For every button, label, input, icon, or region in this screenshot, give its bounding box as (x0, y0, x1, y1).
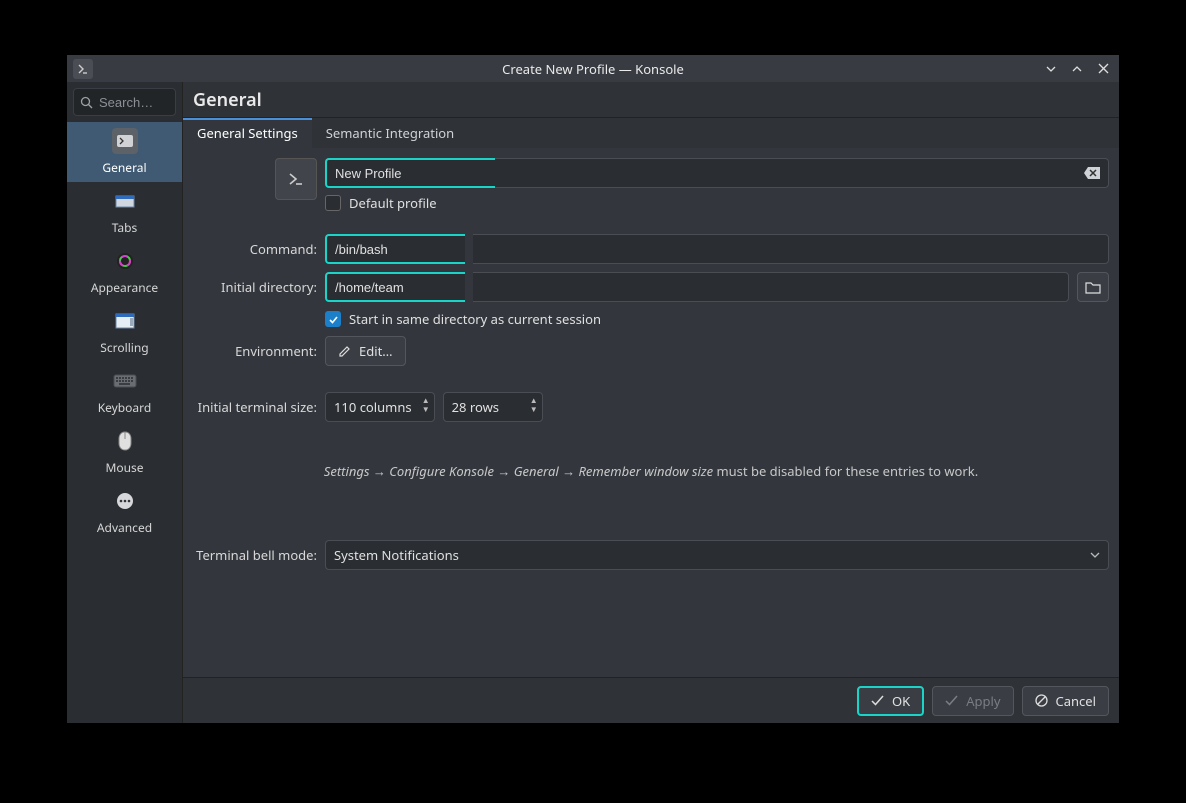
sidebar-item-scrolling[interactable]: Scrolling (67, 302, 182, 362)
sidebar-item-label: Appearance (91, 279, 158, 296)
keyboard-icon (112, 368, 138, 394)
spinner-arrows-icon[interactable]: ▲▼ (422, 396, 430, 414)
sidebar-item-mouse[interactable]: Mouse (67, 422, 182, 482)
command-label: Command: (193, 240, 317, 258)
initdir-label: Initial directory: (193, 278, 317, 296)
termsize-label: Initial terminal size: (193, 398, 317, 416)
tab-semantic-integration[interactable]: Semantic Integration (312, 118, 468, 148)
search-icon (80, 96, 93, 109)
bell-mode-select[interactable]: System Notifications (325, 540, 1109, 570)
cancel-label: Cancel (1056, 692, 1096, 710)
sidebar-item-tabs[interactable]: Tabs (67, 182, 182, 242)
tabs-icon (112, 188, 138, 214)
profile-name-box[interactable] (495, 158, 1109, 188)
environment-label: Environment: (193, 342, 317, 360)
initdir-box[interactable] (473, 272, 1069, 302)
titlebar: Create New Profile — Konsole (67, 55, 1119, 82)
hint-path: Settings → Configure Konsole → General →… (324, 462, 713, 480)
appearance-icon (112, 248, 138, 274)
tab-label: General Settings (197, 124, 298, 142)
window-title: Create New Profile — Konsole (67, 60, 1119, 78)
minimize-button[interactable] (1041, 59, 1061, 79)
start-same-dir-label: Start in same directory as current sessi… (349, 310, 601, 328)
page-title: General (183, 82, 1119, 118)
spinner-arrows-icon[interactable]: ▲▼ (530, 396, 538, 414)
sidebar-item-label: General (102, 159, 146, 176)
check-icon (871, 695, 884, 706)
main-panel: General General Settings Semantic Integr… (183, 82, 1119, 723)
sidebar-item-keyboard[interactable]: Keyboard (67, 362, 182, 422)
tab-label: Semantic Integration (326, 124, 454, 142)
sidebar: General Tabs Appearance (67, 82, 183, 723)
initdir-input[interactable] (325, 272, 465, 302)
columns-spinner[interactable]: 110 columns ▲▼ (325, 392, 435, 422)
edit-environment-button[interactable]: Edit… (325, 336, 406, 366)
rows-value: 28 rows (452, 398, 499, 416)
sidebar-item-label: Tabs (112, 219, 138, 236)
hint-suffix: must be disabled for these entries to wo… (713, 462, 978, 480)
sidebar-item-label: Mouse (105, 459, 143, 476)
sidebar-item-general[interactable]: General (67, 122, 182, 182)
app-icon (73, 59, 93, 79)
default-profile-checkbox[interactable] (325, 195, 341, 211)
sidebar-item-label: Keyboard (98, 399, 152, 416)
cancel-icon (1035, 694, 1048, 707)
dialog-window: Create New Profile — Konsole (66, 54, 1120, 724)
search-field[interactable] (99, 95, 169, 110)
tab-general-settings[interactable]: General Settings (183, 118, 312, 148)
edit-button-label: Edit… (359, 342, 393, 360)
advanced-icon (112, 488, 138, 514)
scrolling-icon (112, 308, 138, 334)
start-same-dir-checkbox[interactable] (325, 311, 341, 327)
tab-bar: General Settings Semantic Integration (183, 118, 1119, 148)
clear-icon[interactable] (1084, 167, 1100, 179)
cancel-button[interactable]: Cancel (1022, 686, 1109, 716)
command-input[interactable] (325, 234, 465, 264)
profile-name-input[interactable] (325, 158, 495, 188)
sidebar-item-advanced[interactable]: Advanced (67, 482, 182, 542)
dialog-footer: OK Apply Cancel (183, 677, 1119, 723)
browse-folder-button[interactable] (1077, 272, 1109, 302)
mouse-icon (112, 428, 138, 454)
search-input[interactable] (73, 88, 176, 116)
pencil-icon (338, 345, 351, 358)
columns-value: 110 columns (334, 398, 412, 416)
ok-label: OK (892, 692, 910, 710)
rows-spinner[interactable]: 28 rows ▲▼ (443, 392, 543, 422)
default-profile-label: Default profile (349, 194, 437, 212)
sidebar-item-label: Scrolling (100, 339, 148, 356)
tab-content: Default profile Command: Initial directo… (183, 148, 1119, 677)
hint-text: Settings → Configure Konsole → General →… (193, 462, 1109, 480)
ok-button[interactable]: OK (857, 686, 924, 716)
maximize-button[interactable] (1067, 59, 1087, 79)
sidebar-item-appearance[interactable]: Appearance (67, 242, 182, 302)
terminal-icon (112, 128, 138, 154)
chevron-down-icon (1090, 552, 1100, 558)
apply-label: Apply (966, 692, 1000, 710)
check-icon (945, 695, 958, 706)
apply-button[interactable]: Apply (932, 686, 1013, 716)
close-button[interactable] (1093, 59, 1113, 79)
sidebar-item-label: Advanced (97, 519, 152, 536)
bell-mode-value: System Notifications (334, 546, 459, 564)
profile-icon-button[interactable] (275, 158, 317, 200)
bell-label: Terminal bell mode: (193, 546, 317, 564)
command-box[interactable] (473, 234, 1109, 264)
